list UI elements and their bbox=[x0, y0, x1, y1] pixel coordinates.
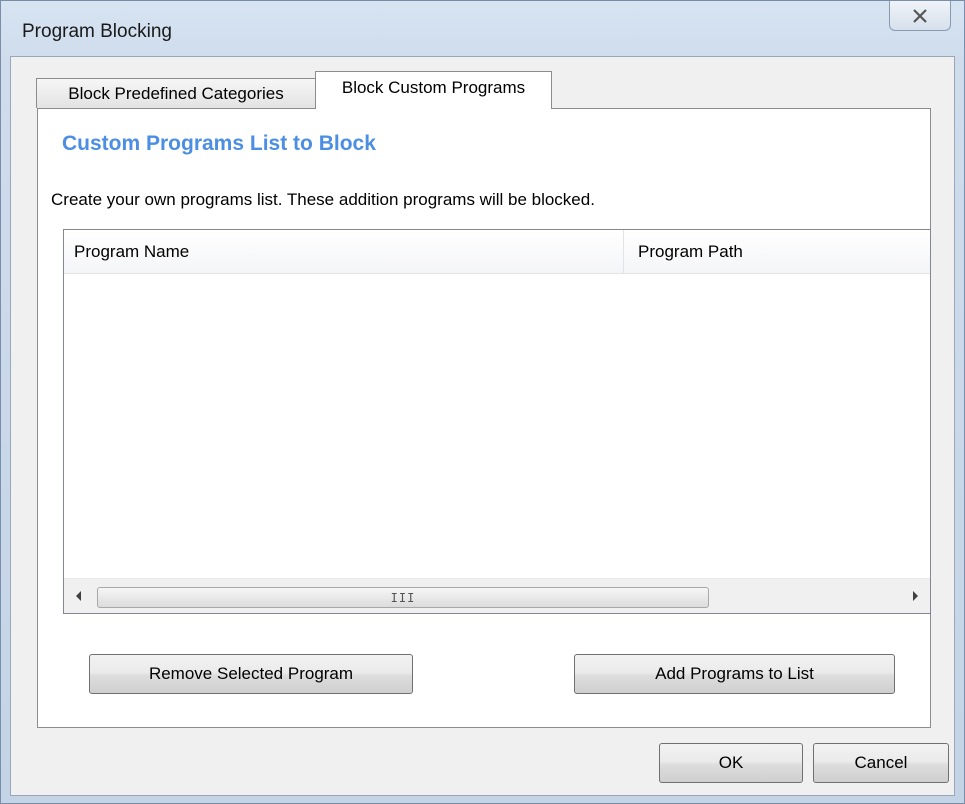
tab-label: Block Predefined Categories bbox=[68, 83, 284, 103]
tab-block-predefined-categories[interactable]: Block Predefined Categories bbox=[36, 78, 316, 108]
horizontal-scrollbar[interactable]: III bbox=[64, 578, 930, 613]
scrollbar-grip: III bbox=[390, 590, 416, 605]
remove-selected-program-button[interactable]: Remove Selected Program bbox=[89, 654, 413, 694]
description-text: Create your own programs list. These add… bbox=[51, 190, 595, 209]
ok-button[interactable]: OK bbox=[659, 743, 803, 783]
window-title: Program Blocking bbox=[22, 21, 172, 42]
arrow-left-icon bbox=[76, 591, 81, 601]
close-button[interactable] bbox=[889, 1, 951, 31]
scroll-left-button[interactable] bbox=[64, 579, 94, 613]
list-body[interactable] bbox=[64, 274, 930, 574]
tab-label: Block Custom Programs bbox=[341, 77, 526, 97]
tab-panel-custom-programs: Custom Programs List to Block Create you… bbox=[37, 108, 931, 728]
scroll-right-button[interactable] bbox=[900, 579, 930, 613]
column-header-program-name[interactable]: Program Name bbox=[64, 230, 624, 273]
scrollbar-thumb[interactable]: III bbox=[97, 587, 709, 608]
close-icon bbox=[913, 8, 927, 23]
add-programs-to-list-button[interactable]: Add Programs to List bbox=[574, 654, 895, 694]
section-title: Custom Programs List to Block bbox=[62, 132, 376, 155]
tab-block-custom-programs[interactable]: Block Custom Programs bbox=[315, 71, 552, 109]
dialog-client-area: Block Predefined Categories Block Custom… bbox=[10, 56, 955, 796]
arrow-right-icon bbox=[913, 591, 918, 601]
dialog-window: Program Blocking Block Predefined Catego… bbox=[0, 0, 965, 804]
list-header: Program Name Program Path bbox=[64, 230, 930, 274]
programs-list-view[interactable]: Program Name Program Path III bbox=[63, 229, 931, 614]
column-header-program-path[interactable]: Program Path bbox=[624, 230, 930, 273]
cancel-button[interactable]: Cancel bbox=[813, 743, 949, 783]
